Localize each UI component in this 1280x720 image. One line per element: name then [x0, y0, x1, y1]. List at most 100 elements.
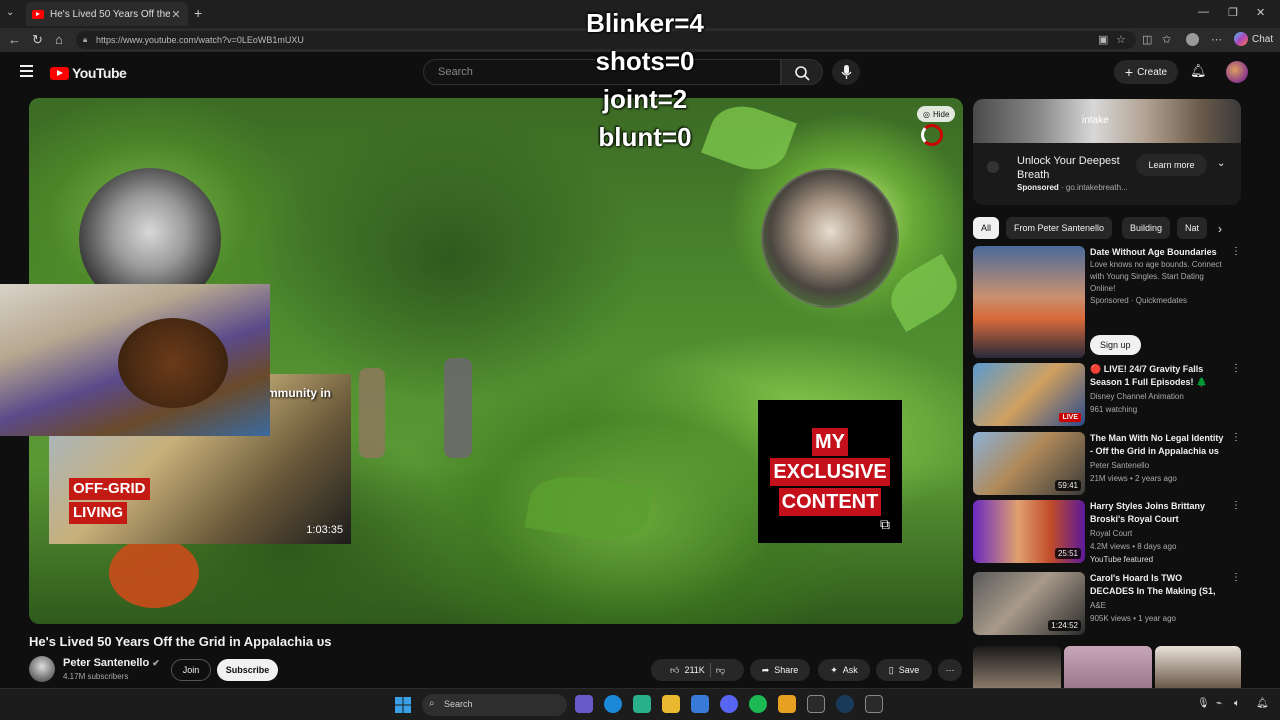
more-options-icon[interactable]: ⋮: [1231, 363, 1241, 374]
subscribe-button[interactable]: Subscribe: [217, 659, 278, 681]
rec-thumbnail-partial[interactable]: [973, 646, 1061, 688]
sign-up-button[interactable]: Sign up: [1090, 335, 1141, 355]
rec-thumbnail-partial[interactable]: [1064, 646, 1152, 688]
more-menu-icon[interactable]: ⋯: [1211, 33, 1222, 46]
foliage-leaf: [881, 253, 963, 333]
sponsored-ad-card[interactable]: intake Unlock Your Deepest Breath Sponso…: [973, 99, 1241, 205]
rockstar-icon[interactable]: [778, 695, 796, 713]
new-tab-icon[interactable]: +: [194, 5, 202, 21]
favorites-icon[interactable]: ✩: [1162, 33, 1171, 46]
voice-search-button[interactable]: [832, 59, 860, 85]
notifications-bell-icon[interactable]: 🔔︎: [1190, 63, 1207, 79]
windows-start-icon[interactable]: [395, 697, 411, 713]
chip-all[interactable]: All: [973, 217, 1000, 239]
like-button[interactable]: 👍︎ 211K: [670, 665, 705, 676]
rec-title: Date Without Age Boundaries: [1090, 247, 1217, 257]
learn-more-button[interactable]: Learn more: [1136, 154, 1207, 176]
split-screen-icon[interactable]: ◫: [1142, 33, 1152, 46]
recommendation-item[interactable]: LIVE 🔴 LIVE! 24/7 Gravity Falls Season 1…: [973, 363, 1241, 426]
rec-duration: 59:41: [1054, 480, 1081, 491]
menu-icon[interactable]: [20, 65, 33, 77]
hide-endscreen-button[interactable]: ◎ Hide: [917, 106, 956, 122]
rec-thumbnail: 1:24:52: [973, 572, 1085, 635]
search-icon: [795, 66, 810, 81]
discord-icon[interactable]: [720, 695, 738, 713]
share-button[interactable]: ➦ Share: [750, 659, 810, 681]
streamer-head: [118, 318, 228, 408]
tab-close-icon[interactable]: ✕: [170, 8, 182, 21]
more-options-icon[interactable]: ⋮: [1231, 246, 1241, 257]
epic-games-icon-2[interactable]: [865, 695, 883, 713]
rec-thumbnail: LIVE: [973, 363, 1085, 426]
refresh-icon[interactable]: ↻: [32, 32, 43, 48]
thumbs-up-icon: 👍︎: [670, 664, 680, 675]
microphone-tray-icon[interactable]: 🎙︎: [1197, 698, 1210, 709]
more-options-icon[interactable]: ⋮: [1231, 500, 1241, 511]
rec-duration: 25:51: [1054, 548, 1081, 559]
tab-list-icon[interactable]: ⌄: [6, 7, 14, 18]
save-label: Save: [898, 665, 920, 675]
create-button[interactable]: + Create: [1114, 60, 1178, 84]
spotify-icon[interactable]: [749, 695, 767, 713]
save-button[interactable]: ▯ Save: [876, 659, 932, 681]
channel-endcard-icon[interactable]: [921, 124, 943, 146]
channel-avatar[interactable]: [29, 656, 55, 682]
edge-browser-icon[interactable]: [604, 695, 622, 713]
store-icon[interactable]: [691, 695, 709, 713]
taskbar-search[interactable]: ⌕ Search: [422, 694, 567, 716]
recommendation-item[interactable]: 1:24:52 Carol's Hoard Is TWO DECADES In …: [973, 572, 1241, 635]
channel-name[interactable]: Peter Santenello ✔: [63, 657, 160, 669]
ask-button[interactable]: ✦ Ask: [818, 659, 870, 681]
ad-thumbnail: [973, 246, 1085, 358]
minimize-icon[interactable]: —: [1198, 6, 1209, 18]
more-options-icon[interactable]: ⋮: [1231, 572, 1241, 583]
rec-title: Harry Styles Joins Brittany Broski's Roy…: [1090, 501, 1206, 524]
restore-icon[interactable]: ❐: [1228, 6, 1238, 19]
rec-sponsor: Sponsored · Quickmedates: [1090, 296, 1187, 305]
more-actions-icon[interactable]: ⋯: [938, 659, 962, 681]
join-button[interactable]: Join: [171, 659, 211, 681]
account-avatar[interactable]: [1226, 61, 1248, 83]
youtube-logo[interactable]: YouTube: [50, 65, 127, 81]
epic-games-icon[interactable]: [807, 695, 825, 713]
chevron-right-icon[interactable]: ›: [1218, 222, 1222, 236]
chevron-down-icon[interactable]: ⌄: [1217, 158, 1225, 169]
volume-icon[interactable]: 🔈︎: [1234, 698, 1240, 709]
browser-tab[interactable]: He's Lived 50 Years Off the Grid in Appa…: [26, 2, 188, 26]
game-app-icon[interactable]: [575, 695, 593, 713]
chip-from-channel[interactable]: From Peter Santenello: [1006, 217, 1113, 239]
profile-icon[interactable]: [1186, 33, 1199, 46]
exclusive-line-2: EXCLUSIVE: [770, 457, 890, 486]
close-window-icon[interactable]: ✕: [1256, 6, 1265, 19]
endcard-video-title: mmunity in: [267, 386, 332, 400]
ad-logo-icon: [987, 161, 999, 173]
verified-icon: ✔: [152, 658, 160, 668]
windows-taskbar: ⌕ Search 🎙︎ ⌁ 🔈︎ 🔔︎: [0, 688, 1280, 720]
recommendation-item[interactable]: 59:41 The Man With No Legal Identity - O…: [973, 432, 1241, 495]
steam-icon[interactable]: [836, 695, 854, 713]
app-icon[interactable]: [633, 695, 651, 713]
rec-channel: Disney Channel Animation: [1090, 392, 1184, 401]
search-button[interactable]: [781, 59, 823, 85]
sponsored-recommendation[interactable]: Date Without Age Boundaries Love knows n…: [973, 246, 1241, 358]
chip-building[interactable]: Building: [1122, 217, 1171, 239]
thumbs-down-icon[interactable]: 👎︎: [716, 665, 725, 676]
youtube-wordmark: YouTube: [72, 65, 127, 81]
more-options-icon[interactable]: ⋮: [1231, 432, 1241, 443]
notification-icon[interactable]: 🔔︎: [1256, 698, 1269, 709]
live-badge: LIVE: [1059, 413, 1081, 422]
home-icon[interactable]: ⌂: [55, 32, 63, 47]
file-explorer-icon[interactable]: [662, 695, 680, 713]
streamer-webcam-overlay: [0, 284, 270, 436]
app-available-icon[interactable]: ▣: [1098, 33, 1108, 46]
copilot-chat-button[interactable]: Chat: [1234, 32, 1273, 46]
rec-description: Love knows no age bounds. Connect with Y…: [1090, 260, 1222, 293]
chip-nature[interactable]: Nat: [1177, 217, 1208, 239]
favorite-star-icon[interactable]: ☆: [1116, 33, 1126, 46]
create-label: Create: [1137, 66, 1168, 78]
recommendation-item[interactable]: 25:51 Harry Styles Joins Brittany Broski…: [973, 500, 1241, 564]
exclusive-content-endcard[interactable]: MY EXCLUSIVE CONTENT ⧉: [758, 400, 902, 543]
back-icon[interactable]: ←: [8, 32, 21, 47]
network-icon[interactable]: ⌁: [1216, 698, 1222, 709]
rec-thumbnail-partial[interactable]: [1155, 646, 1241, 688]
